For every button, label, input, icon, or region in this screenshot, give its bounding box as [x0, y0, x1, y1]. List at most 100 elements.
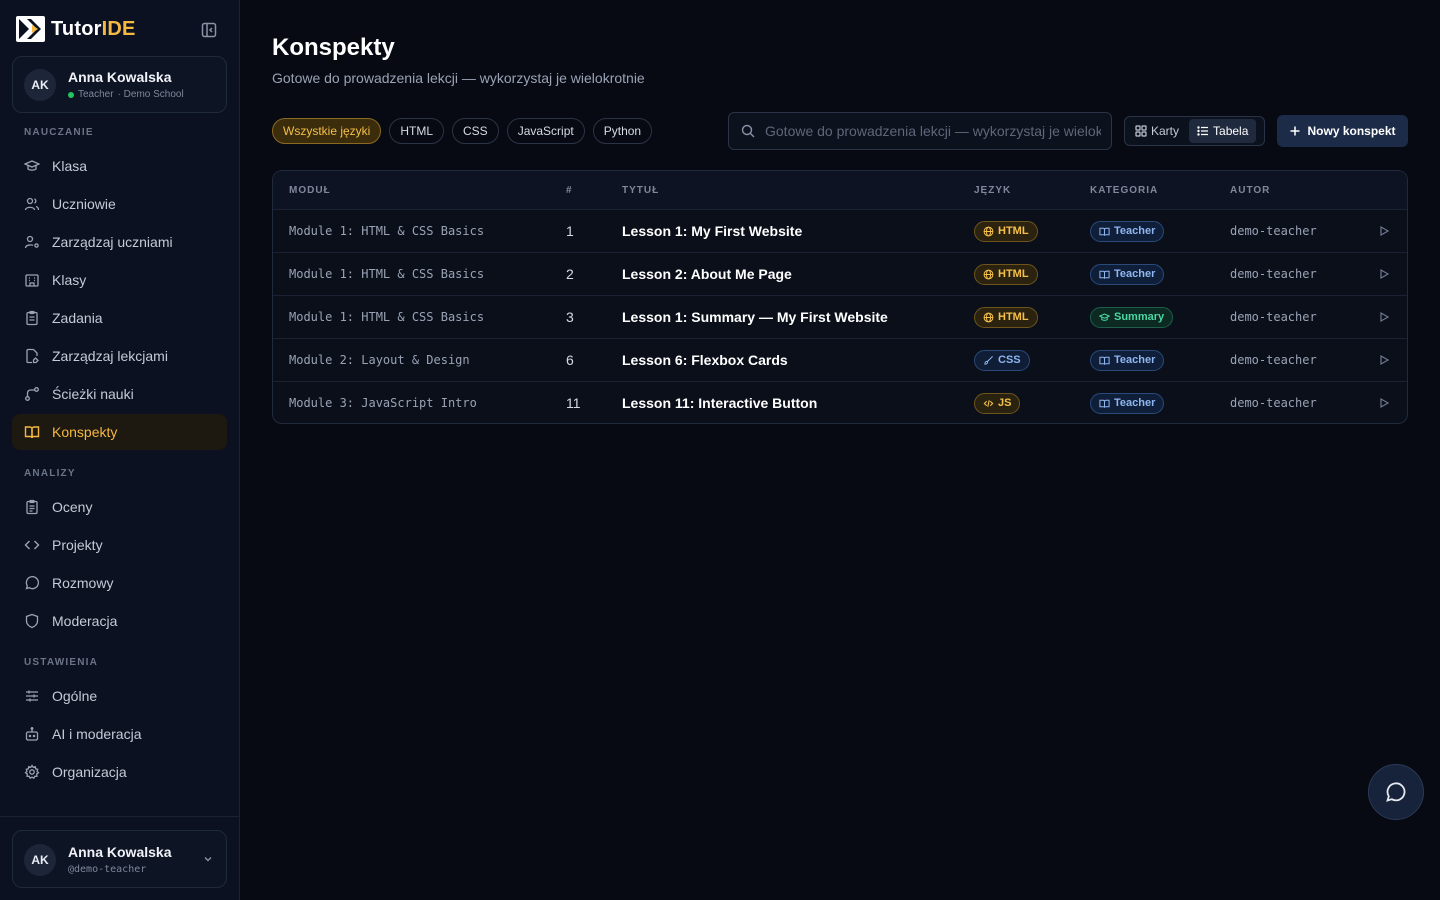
- chevron-down-icon: [204, 857, 212, 862]
- user-role: Teacher: [78, 89, 114, 100]
- table-row[interactable]: Module 3: JavaScript Intro 11 Lesson 11:…: [273, 381, 1407, 423]
- play-button[interactable]: [1378, 339, 1390, 381]
- avatar: AK: [24, 69, 56, 101]
- category-badge: Teacher: [1090, 349, 1165, 371]
- view-toggle: Karty Tabela: [1124, 116, 1265, 146]
- sidebar-collapse-icon[interactable]: [200, 21, 218, 39]
- book-open-icon: [24, 426, 40, 439]
- graduation-cap-icon: [24, 160, 40, 171]
- filter-chip-all[interactable]: Wszystkie języki: [272, 118, 382, 144]
- sidebar-item-moderacja[interactable]: Moderacja: [12, 603, 227, 639]
- sidebar-item-konspekty[interactable]: Konspekty: [12, 414, 227, 450]
- cell-module: Module 3: JavaScript Intro: [289, 396, 477, 410]
- sidebar-item-zarzadzaj-uczniami[interactable]: Zarządzaj uczniami: [12, 224, 227, 260]
- table-row[interactable]: Module 1: HTML & CSS Basics 1 Lesson 1: …: [273, 209, 1407, 252]
- play-button[interactable]: [1378, 382, 1390, 423]
- category-badge: Teacher: [1090, 392, 1165, 414]
- cell-title[interactable]: Lesson 1: Summary — My First Website: [622, 296, 888, 338]
- header-title[interactable]: TYTUŁ: [622, 185, 659, 196]
- language-badge: CSS: [974, 349, 1030, 371]
- filter-chip-javascript[interactable]: JavaScript: [506, 118, 585, 144]
- language-badge: HTML: [974, 220, 1038, 242]
- sidebar-item-oceny[interactable]: Oceny: [12, 489, 227, 525]
- sidebar-item-ogolne[interactable]: Ogólne: [12, 678, 227, 714]
- view-cards-button[interactable]: Karty: [1127, 119, 1187, 143]
- cell-title[interactable]: Lesson 1: My First Website: [622, 210, 802, 252]
- header-module[interactable]: MODUŁ: [289, 185, 331, 196]
- table-header: MODUŁ # TYTUŁ JĘZYK KATEGORIA AUTOR: [273, 171, 1407, 209]
- list-icon: [1197, 126, 1209, 136]
- book-open-icon: [1099, 356, 1110, 365]
- file-edit-icon: [26, 348, 39, 364]
- language-badge: JS: [974, 392, 1021, 414]
- category-badge: Summary: [1090, 306, 1174, 328]
- sliders-icon: [26, 690, 38, 702]
- bot-icon: [25, 727, 39, 741]
- sidebar-item-projekty[interactable]: Projekty: [12, 527, 227, 563]
- filter-chip-html[interactable]: HTML: [389, 118, 445, 144]
- tutor-ide-logo-icon: [16, 16, 45, 42]
- table-row[interactable]: Module 1: HTML & CSS Basics 3 Lesson 1: …: [273, 295, 1407, 338]
- header-category[interactable]: KATEGORIA: [1090, 185, 1158, 196]
- filter-chip-python[interactable]: Python: [592, 118, 653, 144]
- sidebar-item-zadania[interactable]: Zadania: [12, 300, 227, 336]
- sidebar-item-ai-moderacja[interactable]: AI i moderacja: [12, 716, 227, 752]
- sidebar-item-rozmowy[interactable]: Rozmowy: [12, 565, 227, 601]
- page-subtitle: Gotowe do prowadzenia lekcji — wykorzyst…: [272, 70, 645, 86]
- cell-language: HTML: [974, 210, 1038, 252]
- brush-icon: [984, 355, 993, 365]
- language-badge: HTML: [974, 263, 1038, 285]
- sidebar-item-organizacja[interactable]: Organizacja: [12, 754, 227, 790]
- brand[interactable]: TutorIDE: [16, 16, 136, 42]
- sidebar-item-klasa[interactable]: Klasa: [12, 148, 227, 184]
- book-open-icon: [1099, 227, 1110, 236]
- account-name: Anna Kowalska: [68, 844, 172, 860]
- play-button[interactable]: [1378, 253, 1390, 295]
- page-title: Konspekty: [272, 34, 395, 61]
- gear-icon: [24, 764, 40, 780]
- sidebar-item-klasy[interactable]: Klasy: [12, 262, 227, 298]
- book-open-icon: [1099, 270, 1110, 279]
- play-icon: [1380, 311, 1390, 323]
- play-button[interactable]: [1378, 296, 1390, 338]
- cell-category: Teacher: [1090, 382, 1165, 423]
- header-language[interactable]: JĘZYK: [974, 185, 1011, 196]
- play-button[interactable]: [1378, 210, 1390, 252]
- sidebar-item-zarzadzaj-lekcjami[interactable]: Zarządzaj lekcjami: [12, 338, 227, 374]
- sidebar-item-sciezki-nauki[interactable]: Ścieżki nauki: [12, 376, 227, 412]
- account-menu[interactable]: AK Anna Kowalska @demo-teacher: [12, 830, 227, 888]
- outlines-table: MODUŁ # TYTUŁ JĘZYK KATEGORIA AUTOR Modu…: [272, 170, 1408, 424]
- chat-assistant-button[interactable]: [1368, 764, 1424, 820]
- table-row[interactable]: Module 1: HTML & CSS Basics 2 Lesson 2: …: [273, 252, 1407, 295]
- clipboard-check-icon: [26, 499, 38, 515]
- cell-author: demo-teacher: [1230, 310, 1317, 324]
- cell-author: demo-teacher: [1230, 224, 1317, 238]
- search-icon: [741, 124, 755, 138]
- user-card[interactable]: AK Anna Kowalska Teacher · Demo School: [12, 56, 227, 113]
- section-label-ustawienia: USTAWIENIA: [24, 657, 99, 668]
- new-outline-button[interactable]: Nowy konspekt: [1277, 115, 1408, 147]
- sidebar-item-uczniowie[interactable]: Uczniowie: [12, 186, 227, 222]
- cell-title[interactable]: Lesson 2: About Me Page: [622, 253, 792, 295]
- view-table-button[interactable]: Tabela: [1189, 119, 1257, 143]
- cell-module: Module 1: HTML & CSS Basics: [289, 224, 485, 238]
- cell-number: 6: [566, 352, 574, 368]
- filter-chip-css[interactable]: CSS: [452, 118, 499, 144]
- cell-number: 1: [566, 223, 574, 239]
- globe-icon: [983, 226, 994, 236]
- search-input[interactable]: [765, 123, 1101, 139]
- cell-title[interactable]: Lesson 11: Interactive Button: [622, 382, 817, 423]
- cell-title[interactable]: Lesson 6: Flexbox Cards: [622, 339, 788, 381]
- header-author[interactable]: AUTOR: [1230, 185, 1270, 196]
- building-icon: [25, 274, 39, 287]
- play-icon: [1380, 354, 1390, 366]
- play-icon: [1380, 225, 1390, 237]
- cell-category: Summary: [1090, 296, 1174, 338]
- cell-number: 11: [566, 395, 581, 411]
- search-box: [728, 112, 1112, 150]
- header-number[interactable]: #: [566, 185, 573, 196]
- table-row[interactable]: Module 2: Layout & Design 6 Lesson 6: Fl…: [273, 338, 1407, 381]
- cell-module: Module 1: HTML & CSS Basics: [289, 267, 485, 281]
- cell-language: CSS: [974, 339, 1030, 381]
- sidebar-divider: [0, 816, 239, 817]
